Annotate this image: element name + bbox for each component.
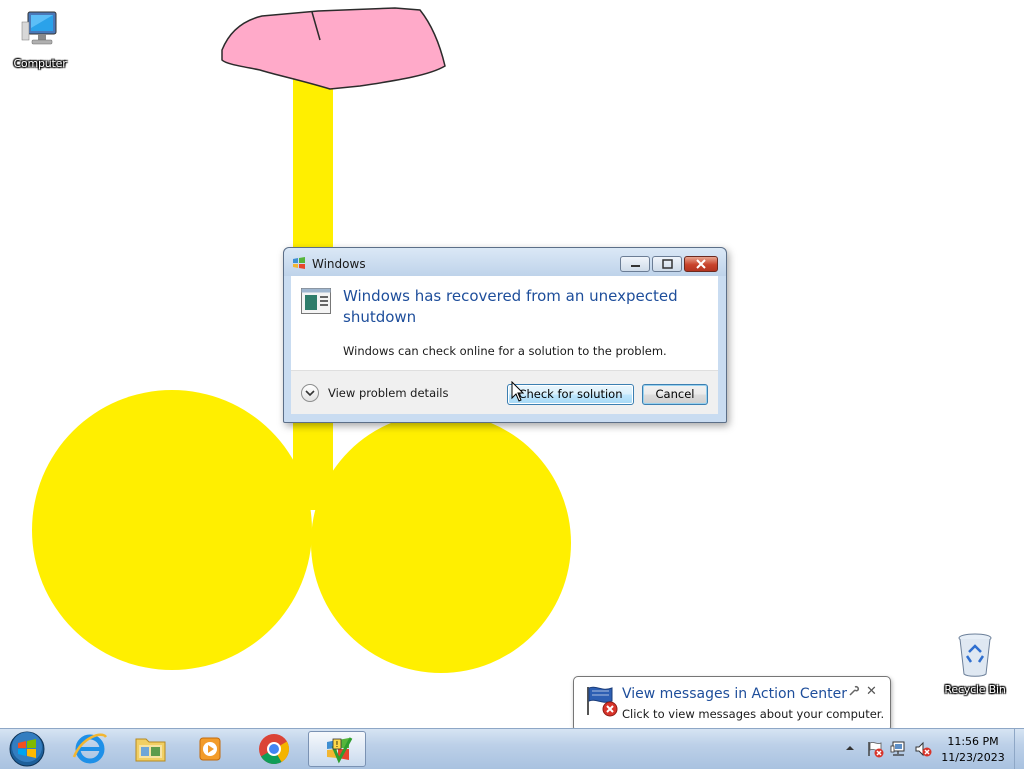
wrench-icon[interactable] <box>848 685 860 697</box>
close-button[interactable] <box>684 256 718 272</box>
recovery-dialog: Windows Windows has recovered from an un… <box>283 247 727 423</box>
chrome-icon <box>259 734 290 765</box>
computer-desktop-icon[interactable]: Computer <box>0 8 80 70</box>
drawing-petal <box>221 7 446 90</box>
windows-problem-icon <box>293 257 305 269</box>
clock-date: 11/23/2023 <box>941 751 1005 764</box>
maximize-icon <box>662 259 673 269</box>
dialog-title: Windows <box>312 257 366 271</box>
problem-reporting-icon: ! <box>327 737 353 764</box>
media-player-icon <box>199 737 221 761</box>
show-desktop-button[interactable] <box>1014 729 1024 769</box>
recycle-bin-icon-label: Recycle Bin <box>944 683 1006 696</box>
computer-icon-label: Computer <box>13 57 67 70</box>
action-center-balloon[interactable]: View messages in Action Center Click to … <box>573 676 891 741</box>
taskbar-google-chrome[interactable] <box>246 731 302 767</box>
taskbar-internet-explorer[interactable] <box>62 731 118 767</box>
action-center-flag-icon <box>587 686 618 717</box>
balloon-close-icon[interactable]: ✕ <box>866 684 877 699</box>
dialog-message: Windows can check online for a solution … <box>343 344 667 358</box>
dialog-content: Windows has recovered from an unexpected… <box>291 276 718 370</box>
svg-text:!: ! <box>335 740 338 749</box>
chevron-down-icon <box>305 390 315 397</box>
cancel-button[interactable]: Cancel <box>642 384 708 405</box>
view-details-label[interactable]: View problem details <box>328 386 449 400</box>
minimize-icon <box>631 265 640 267</box>
computer-icon <box>21 11 57 45</box>
dialog-footer: View problem details Check for solution … <box>291 370 718 414</box>
dialog-titlebar[interactable]: Windows <box>284 248 726 276</box>
taskbar-windows-explorer[interactable] <box>122 731 178 767</box>
action-center-icon[interactable] <box>866 740 884 758</box>
maximize-button[interactable] <box>652 256 682 272</box>
network-icon[interactable] <box>890 740 908 758</box>
drawing-right-circle <box>311 413 571 673</box>
minimize-button[interactable] <box>620 256 650 272</box>
taskbar-media-player[interactable] <box>182 731 238 767</box>
view-details-toggle[interactable] <box>301 384 319 402</box>
check-for-solution-button[interactable]: Check for solution <box>507 384 634 405</box>
balloon-title[interactable]: View messages in Action Center <box>622 686 847 702</box>
mouse-cursor-icon <box>511 381 525 402</box>
balloon-text: Click to view messages about your comput… <box>622 707 885 721</box>
document-window-icon <box>301 288 331 314</box>
recycle-bin-desktop-icon[interactable]: Recycle Bin <box>935 632 1015 696</box>
volume-muted-icon[interactable] <box>914 740 932 758</box>
folder-icon <box>135 738 166 762</box>
dialog-heading: Windows has recovered from an unexpected… <box>343 287 678 326</box>
show-hidden-icons-icon[interactable] <box>845 743 855 753</box>
system-clock[interactable]: 11:56 PM 11/23/2023 <box>938 734 1008 766</box>
clock-time: 11:56 PM <box>947 735 999 748</box>
recycle-bin-icon <box>958 633 992 677</box>
start-orb-icon[interactable] <box>4 730 50 768</box>
taskbar: ! 11:56 PM 11/23/2023 <box>0 728 1024 769</box>
internet-explorer-icon <box>72 733 108 764</box>
close-icon <box>696 259 706 269</box>
drawing-left-circle <box>32 390 312 670</box>
taskbar-problem-reporting[interactable]: ! <box>308 731 366 767</box>
